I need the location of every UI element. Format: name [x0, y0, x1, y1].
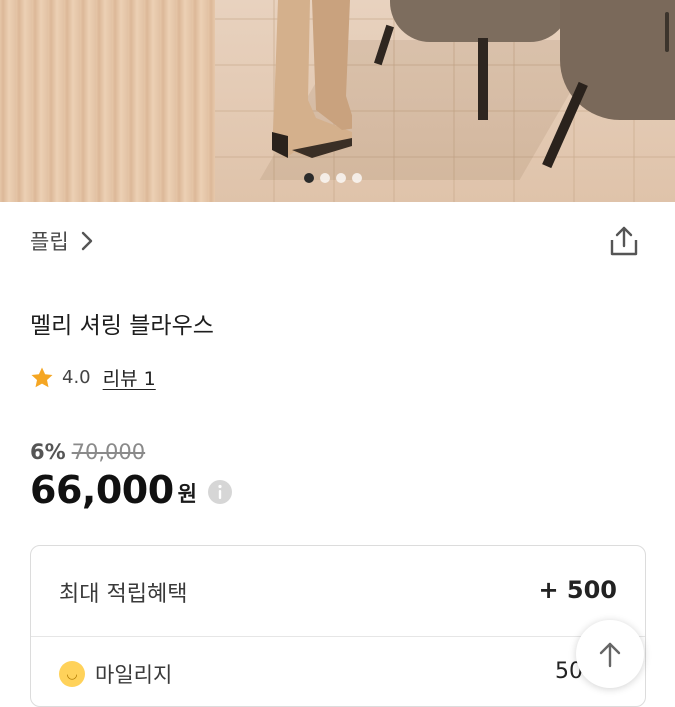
- carousel-dot[interactable]: [304, 173, 314, 183]
- original-price: 70,000: [71, 440, 146, 464]
- current-price: 66,000: [30, 468, 174, 512]
- carousel-indicators: [304, 173, 362, 183]
- rating-score: 4.0: [62, 367, 91, 388]
- discount-rate: 6%: [30, 440, 66, 464]
- brand-link[interactable]: 플립: [30, 226, 93, 256]
- chevron-right-icon: [81, 231, 92, 251]
- points-benefit-box: 최대 적립혜택 + 500 ◡ 마일리지 50: [30, 545, 646, 707]
- coin-icon: ◡: [59, 661, 85, 687]
- points-total: + 500: [538, 576, 617, 604]
- currency-unit: 원: [177, 482, 197, 506]
- scrollbar[interactable]: [665, 12, 669, 52]
- chair-seat: [390, 0, 570, 42]
- info-icon[interactable]: [207, 479, 233, 505]
- scroll-to-top-button[interactable]: [576, 620, 644, 688]
- mileage-label: 마일리지: [95, 663, 173, 687]
- product-title: 멜리 셔링 블라우스: [30, 313, 214, 339]
- share-icon[interactable]: [607, 224, 641, 258]
- boot-image: [272, 0, 352, 158]
- star-icon: [31, 367, 53, 387]
- carousel-dot[interactable]: [336, 173, 346, 183]
- review-link[interactable]: 리뷰 1: [103, 364, 156, 391]
- divider: [31, 636, 645, 637]
- hero-wall: [0, 0, 218, 202]
- original-price-row: 6% 70,000: [30, 440, 145, 464]
- points-heading: 최대 적립혜택: [59, 582, 188, 607]
- current-price-row: 66,000 원: [30, 468, 233, 512]
- chair-leg: [478, 38, 488, 120]
- carousel-dot[interactable]: [352, 173, 362, 183]
- mileage-row: ◡ 마일리지: [59, 659, 172, 689]
- product-image-carousel[interactable]: [0, 0, 675, 202]
- carousel-dot[interactable]: [320, 173, 330, 183]
- arrow-up-icon: [599, 642, 621, 668]
- rating-row: 4.0 리뷰 1: [30, 364, 156, 391]
- brand-name: 플립: [30, 230, 69, 254]
